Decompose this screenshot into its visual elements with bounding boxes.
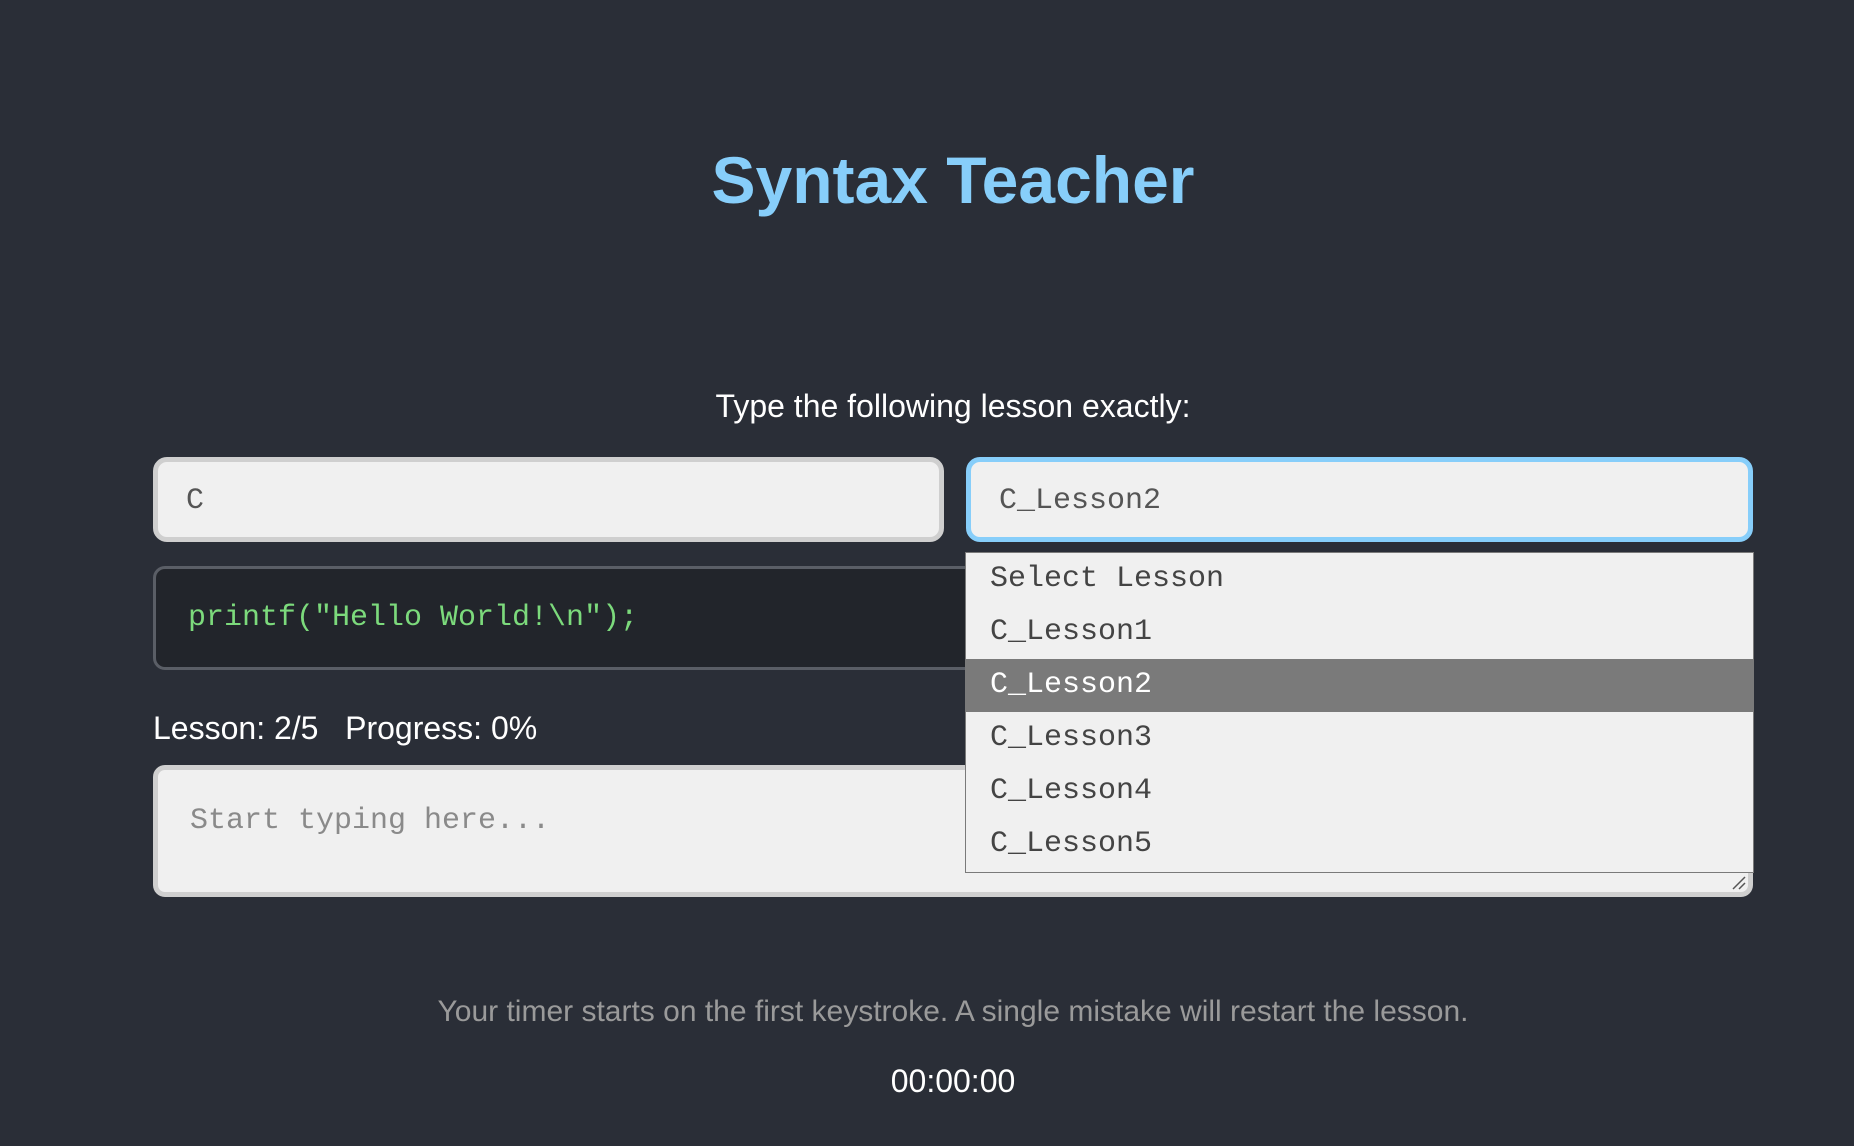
lesson-option[interactable]: C_Lesson4: [966, 765, 1753, 818]
progress-indicator: Progress: 0%: [345, 710, 538, 746]
lesson-select[interactable]: C_Lesson2: [966, 457, 1753, 542]
lesson-instruction: Type the following lesson exactly:: [715, 388, 1191, 424]
page-title: Syntax Teacher: [711, 143, 1195, 217]
lesson-option[interactable]: C_Lesson5: [966, 818, 1753, 871]
lesson-dropdown-list: Select Lesson C_Lesson1 C_Lesson2 C_Less…: [965, 552, 1754, 873]
lesson-option[interactable]: C_Lesson2: [966, 659, 1753, 712]
language-select[interactable]: C: [153, 457, 944, 542]
resize-handle-icon[interactable]: [1730, 874, 1746, 890]
timer-hint: Your timer starts on the first keystroke…: [437, 995, 1469, 1028]
lesson-option[interactable]: C_Lesson1: [966, 606, 1753, 659]
lesson-option[interactable]: Select Lesson: [966, 553, 1753, 606]
lesson-status: Lesson: 2/5 Progress: 0%: [153, 708, 537, 748]
timer-display: 00:00:00: [890, 1063, 1016, 1099]
lesson-option[interactable]: C_Lesson3: [966, 712, 1753, 765]
lesson-counter: Lesson: 2/5: [153, 710, 319, 746]
